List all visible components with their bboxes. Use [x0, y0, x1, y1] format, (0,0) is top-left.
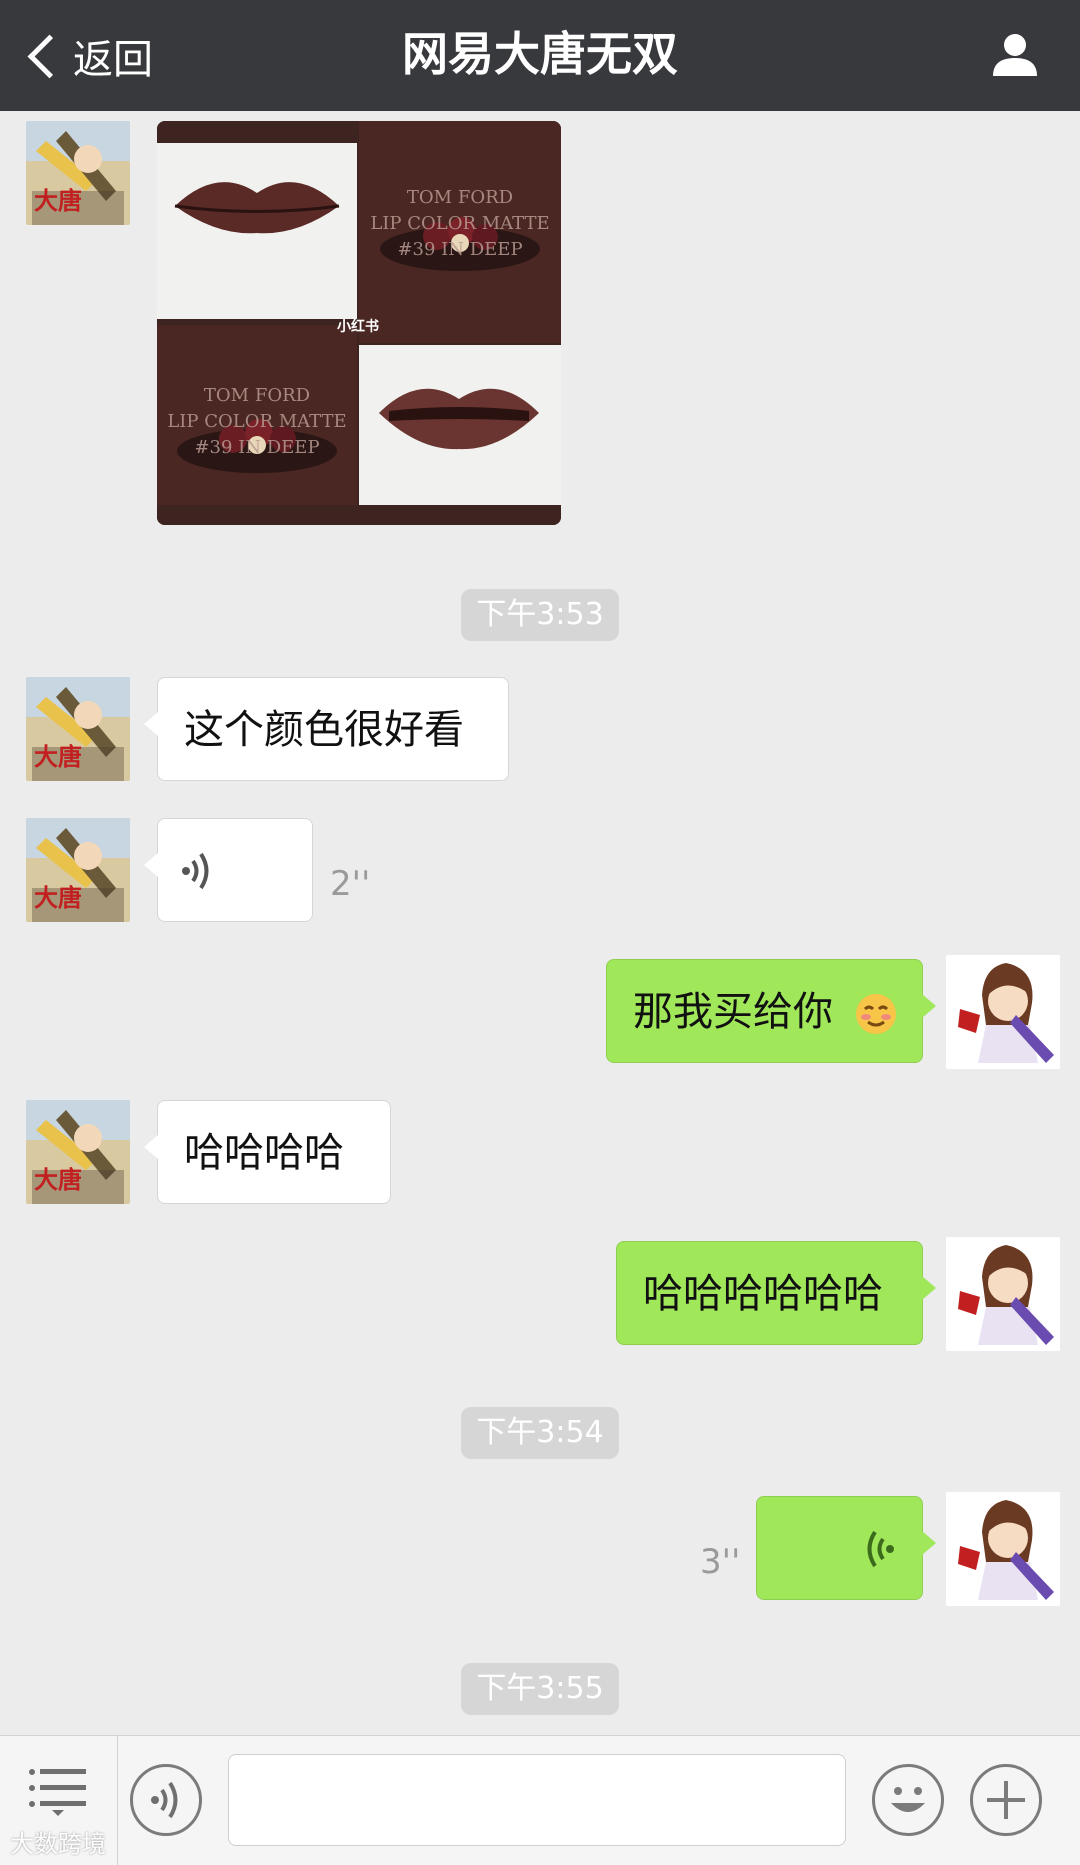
- anime-girl-avatar: [946, 1237, 1060, 1351]
- chat-header: 返回 网易大唐无双: [0, 0, 1080, 111]
- voice-wave-icon: [182, 852, 209, 890]
- game-logo-avatar: 大唐: [26, 818, 130, 922]
- voice-icon: [151, 1781, 178, 1819]
- timestamp: 下午3:53: [461, 589, 619, 641]
- message-bubble[interactable]: 哈哈哈哈哈哈: [616, 1241, 936, 1345]
- game-logo-avatar: 大唐: [26, 1100, 130, 1204]
- input-bar: 大数跨境: [0, 1735, 1080, 1865]
- avatar[interactable]: 大唐: [26, 121, 130, 225]
- timestamp: 下午3:54: [461, 1407, 619, 1459]
- message-text: 哈哈哈哈哈哈: [643, 1271, 883, 1317]
- anime-girl-avatar: [946, 1492, 1060, 1606]
- smiley-icon: [891, 1787, 925, 1812]
- brand-line: #39 IN DEEP: [397, 239, 523, 260]
- avatar[interactable]: 大唐: [26, 1100, 130, 1204]
- brand-line: LIP COLOR MATTE: [167, 411, 347, 432]
- voice-message-bubble[interactable]: [756, 1496, 936, 1600]
- brand-watermark-bottom: TOM FORD LIP COLOR MATTE #39 IN DEEP: [157, 383, 357, 461]
- source-tag: 小红书: [337, 319, 379, 335]
- menu-icon: [29, 1769, 86, 1816]
- game-logo-avatar: 大唐: [26, 121, 130, 225]
- avatar[interactable]: 大唐: [26, 677, 130, 781]
- avatar[interactable]: 大唐: [26, 818, 130, 922]
- brand-line: #39 IN DEEP: [194, 437, 320, 458]
- chat-title: 网易大唐无双: [402, 27, 678, 81]
- message-text: 那我买给你: [633, 989, 833, 1035]
- lipstick-image-message[interactable]: TOM FORD LIP COLOR MATTE #39 IN DEEP TOM…: [157, 121, 561, 525]
- brand-line: TOM FORD: [203, 385, 311, 406]
- message-text: 这个颜色很好看: [184, 707, 464, 753]
- plus-button[interactable]: [970, 1764, 1042, 1836]
- shy-smile-emoji-icon: [855, 994, 896, 1034]
- voice-duration: 2'': [330, 864, 371, 904]
- person-icon[interactable]: [990, 30, 1040, 80]
- avatar[interactable]: [946, 955, 1060, 1069]
- voice-wave-icon: [867, 1530, 894, 1568]
- message-input[interactable]: [228, 1754, 846, 1846]
- chevron-left-icon: [27, 34, 72, 78]
- avatar[interactable]: [946, 1492, 1060, 1606]
- back-label: 返回: [73, 37, 153, 83]
- timestamp: 下午3:55: [461, 1663, 619, 1715]
- svg-text:大唐: 大唐: [34, 1166, 82, 1194]
- plus-icon: [987, 1781, 1025, 1819]
- brand-line: TOM FORD: [406, 187, 514, 208]
- voice-message-bubble[interactable]: [144, 818, 313, 922]
- back-button[interactable]: 返回: [22, 26, 153, 86]
- watermark-text: 大数跨境: [10, 1830, 106, 1858]
- avatar[interactable]: [946, 1237, 1060, 1351]
- brand-line: LIP COLOR MATTE: [370, 213, 550, 234]
- emoji-button[interactable]: [872, 1764, 944, 1836]
- message-text: 哈哈哈哈: [184, 1130, 344, 1176]
- svg-text:大唐: 大唐: [34, 743, 82, 771]
- svg-text:大唐: 大唐: [34, 187, 82, 215]
- anime-girl-avatar: [946, 955, 1060, 1069]
- message-bubble[interactable]: 哈哈哈哈: [144, 1100, 391, 1204]
- svg-text:大唐: 大唐: [34, 884, 82, 912]
- voice-duration: 3'': [700, 1542, 741, 1582]
- game-logo-avatar: 大唐: [26, 677, 130, 781]
- message-bubble[interactable]: 那我买给你: [606, 959, 936, 1063]
- brand-watermark-top: TOM FORD LIP COLOR MATTE #39 IN DEEP: [359, 185, 561, 263]
- message-bubble[interactable]: 这个颜色很好看: [144, 677, 509, 781]
- voice-input-button[interactable]: [130, 1764, 202, 1836]
